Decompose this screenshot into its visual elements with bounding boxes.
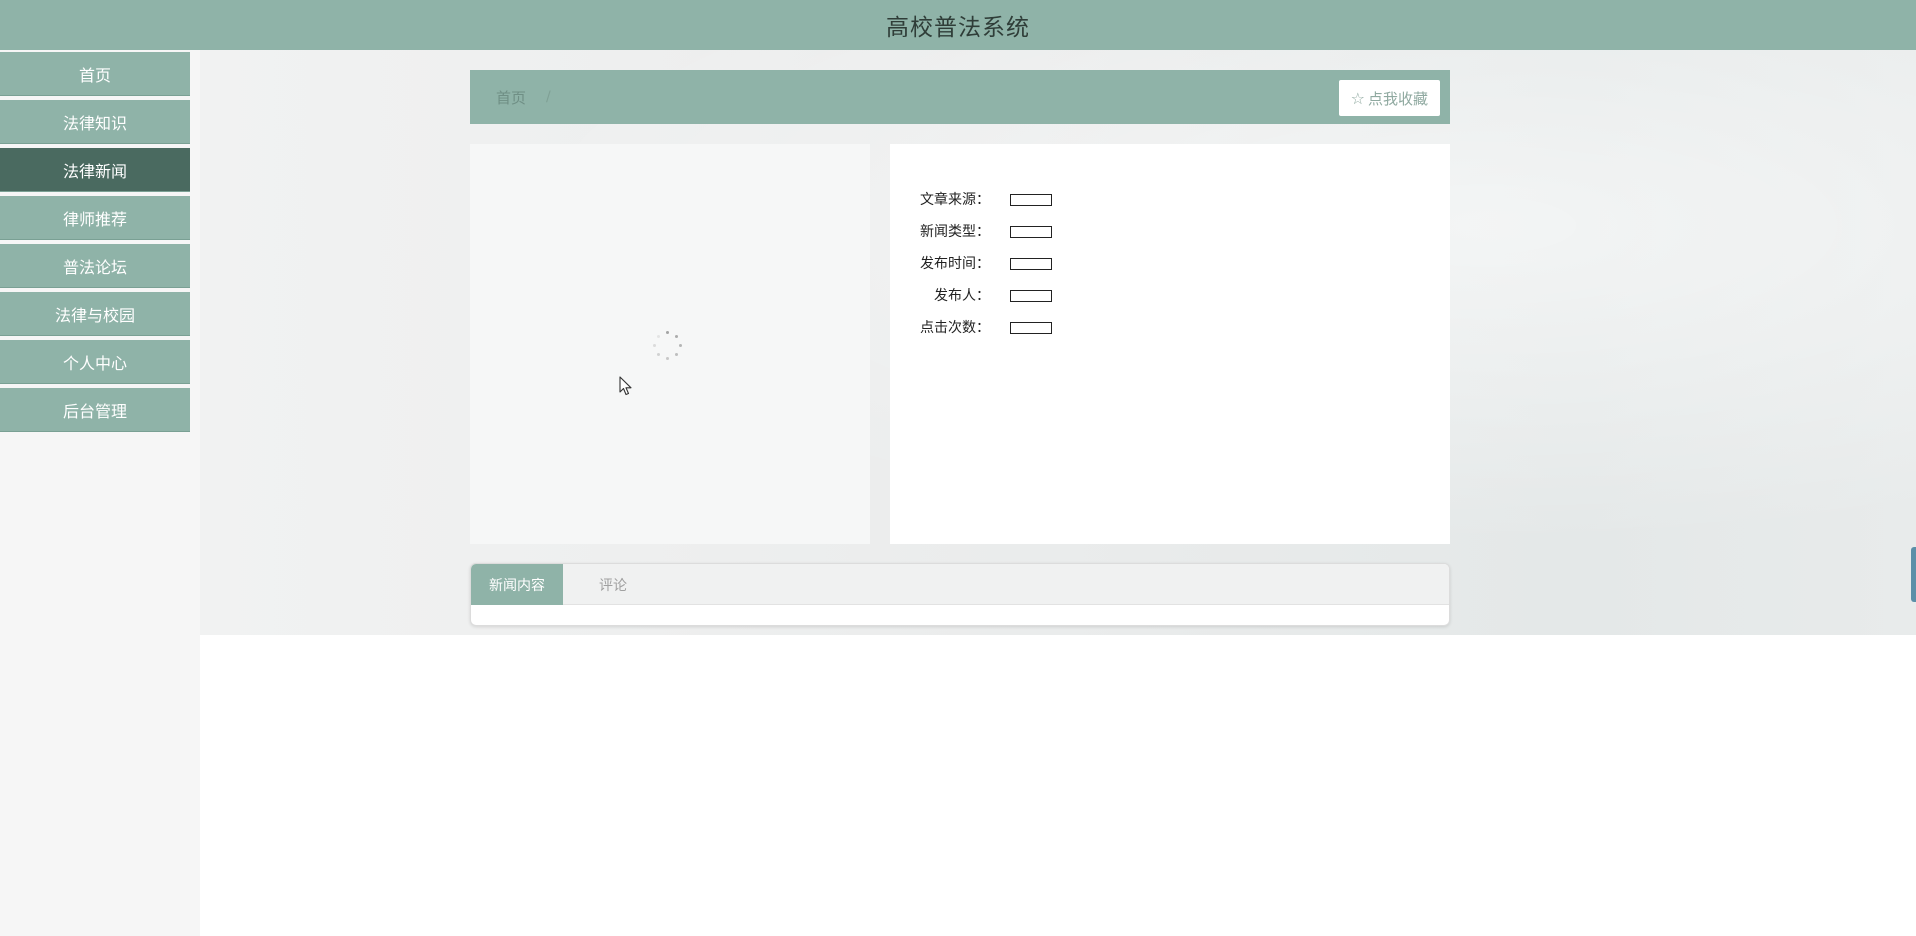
- news-image-panel: [470, 144, 870, 544]
- detail-value-box: [1010, 322, 1052, 334]
- detail-row-publisher: 发布人：: [890, 286, 1450, 306]
- sidebar-item-legal-news[interactable]: 法律新闻: [0, 148, 190, 192]
- detail-label: 发布时间：: [920, 256, 990, 272]
- detail-label: 文章来源：: [920, 192, 990, 208]
- sidebar-item-home[interactable]: 首页: [0, 52, 190, 96]
- detail-label: 新闻类型：: [920, 224, 990, 240]
- detail-row-publish-time: 发布时间：: [890, 254, 1450, 274]
- detail-row-source: 文章来源：: [890, 190, 1450, 210]
- sidebar: 首页 法律知识 法律新闻 律师推荐 普法论坛 法律与校园 个人中心 后台管理: [0, 50, 200, 936]
- side-float-handle[interactable]: [1911, 547, 1916, 602]
- tab-news-content[interactable]: 新闻内容: [471, 564, 563, 605]
- content-tabs-panel: 新闻内容 评论: [470, 563, 1450, 626]
- detail-label: 点击次数：: [920, 320, 990, 336]
- detail-value-box: [1010, 258, 1052, 270]
- detail-value-box: [1010, 194, 1052, 206]
- top-header-bar: 高校普法系统: [0, 0, 1916, 50]
- mouse-cursor-icon: [619, 376, 632, 396]
- detail-row-news-type: 新闻类型：: [890, 222, 1450, 242]
- detail-row-click-count: 点击次数：: [890, 318, 1450, 338]
- loading-spinner-icon: [653, 331, 683, 361]
- breadcrumb-separator: /: [546, 89, 551, 105]
- detail-label: 发布人：: [934, 288, 990, 304]
- favorite-button-label: 点我收藏: [1367, 89, 1428, 108]
- sidebar-item-forum[interactable]: 普法论坛: [0, 244, 190, 288]
- favorite-button[interactable]: ☆ 点我收藏: [1338, 80, 1440, 116]
- app-title: 高校普法系统: [886, 15, 1030, 41]
- star-outline-icon: ☆: [1350, 88, 1365, 108]
- news-details-panel: 文章来源： 新闻类型： 发布时间： 发布人： 点击次数：: [890, 144, 1450, 544]
- detail-value-box: [1010, 290, 1052, 302]
- breadcrumb: 首页 / ☆ 点我收藏: [470, 70, 1450, 124]
- sidebar-item-personal-center[interactable]: 个人中心: [0, 340, 190, 384]
- detail-value-box: [1010, 226, 1052, 238]
- sidebar-item-lawyer-recommend[interactable]: 律师推荐: [0, 196, 190, 240]
- sidebar-item-law-and-campus[interactable]: 法律与校园: [0, 292, 190, 336]
- tab-comments[interactable]: 评论: [581, 564, 645, 605]
- breadcrumb-home-link[interactable]: 首页: [496, 87, 526, 108]
- sidebar-item-admin[interactable]: 后台管理: [0, 388, 190, 432]
- tab-bar: 新闻内容 评论: [471, 564, 1449, 605]
- sidebar-item-legal-knowledge[interactable]: 法律知识: [0, 100, 190, 144]
